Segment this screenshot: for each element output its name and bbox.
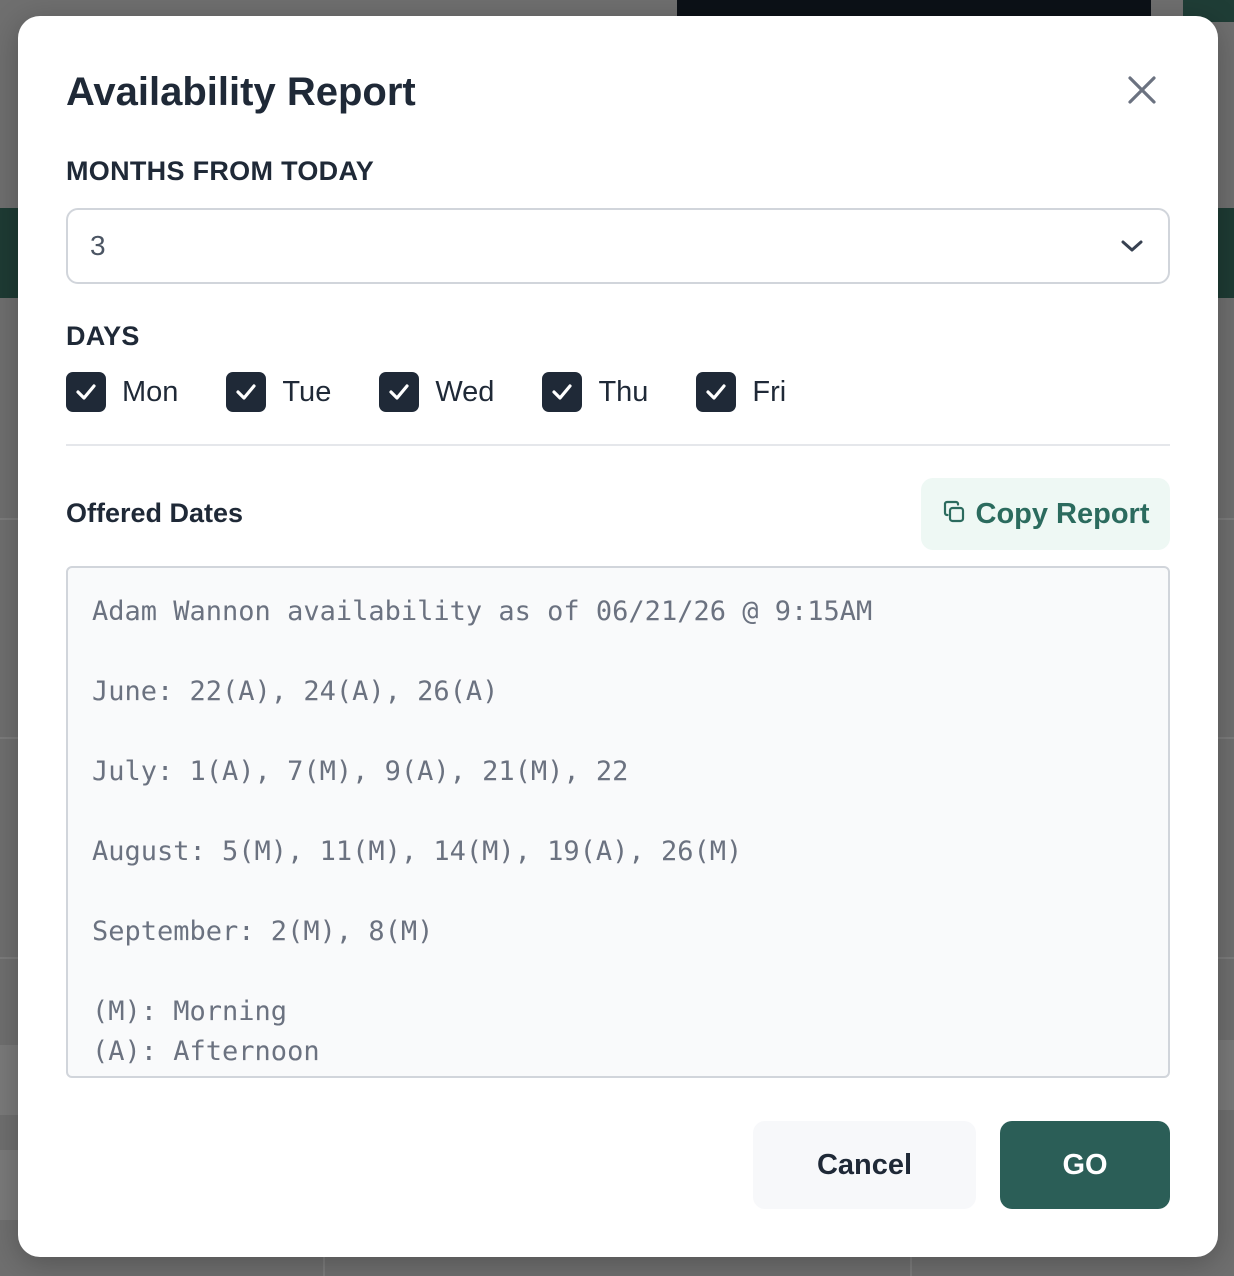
report-line: June: 22(A), 24(A), 26(A) bbox=[92, 676, 499, 707]
background-row bbox=[0, 1045, 18, 1115]
day-option-mon[interactable]: Mon bbox=[66, 372, 178, 412]
close-icon bbox=[1127, 75, 1157, 110]
background-table-header-left bbox=[0, 208, 20, 298]
months-from-today-label: MONTHS FROM TODAY bbox=[66, 156, 375, 186]
report-line bbox=[92, 792, 1168, 832]
day-label-fri: Fri bbox=[752, 375, 787, 408]
copy-icon bbox=[942, 500, 966, 529]
check-icon bbox=[389, 384, 409, 400]
background-row bbox=[1218, 1040, 1234, 1110]
background-row bbox=[0, 1150, 18, 1220]
months-select-value: 3 bbox=[90, 230, 106, 261]
background-divider bbox=[1218, 957, 1234, 959]
background-divider bbox=[910, 1257, 912, 1276]
close-button[interactable] bbox=[1122, 72, 1162, 112]
background-divider bbox=[0, 957, 18, 959]
checkbox-mon[interactable] bbox=[66, 372, 106, 412]
report-textarea[interactable]: Adam Wannon availability as of 06/21/26 … bbox=[66, 566, 1170, 1078]
checkbox-wed[interactable] bbox=[379, 372, 420, 412]
day-option-tue[interactable]: Tue bbox=[226, 372, 331, 412]
days-checkbox-group: Mon Tue Wed Thu Fri bbox=[66, 372, 786, 412]
day-label-thu: Thu bbox=[598, 375, 649, 408]
chevron-down-icon bbox=[1118, 232, 1146, 260]
report-line bbox=[92, 952, 1168, 992]
background-divider bbox=[1218, 737, 1234, 739]
background-divider bbox=[0, 518, 18, 520]
go-button[interactable]: GO bbox=[1000, 1121, 1170, 1209]
check-icon bbox=[76, 384, 96, 400]
background-divider bbox=[323, 1257, 325, 1276]
checkbox-fri[interactable] bbox=[696, 372, 737, 412]
check-icon bbox=[706, 384, 727, 400]
report-line: July: 1(A), 7(M), 9(A), 21(M), 22 bbox=[92, 756, 629, 787]
copy-report-label: Copy Report bbox=[975, 497, 1150, 530]
day-label-wed: Wed bbox=[435, 375, 495, 408]
report-line bbox=[92, 872, 1168, 912]
day-option-fri[interactable]: Fri bbox=[696, 372, 786, 412]
day-label-tue: Tue bbox=[282, 375, 332, 408]
modal-title: Availability Report bbox=[66, 70, 416, 114]
day-option-wed[interactable]: Wed bbox=[379, 372, 494, 412]
day-label-mon: Mon bbox=[122, 375, 179, 408]
months-select[interactable]: 3 bbox=[66, 208, 1170, 284]
copy-report-button[interactable]: Copy Report bbox=[921, 478, 1170, 550]
section-divider bbox=[66, 444, 1170, 446]
checkbox-tue[interactable] bbox=[226, 372, 267, 412]
background-header-bar bbox=[677, 0, 1151, 16]
report-line: September: 2(M), 8(M) bbox=[92, 916, 434, 947]
report-line: August: 5(M), 11(M), 14(M), 19(A), 26(M) bbox=[92, 836, 743, 867]
check-icon bbox=[552, 384, 573, 400]
report-line bbox=[92, 712, 1168, 752]
background-table-header-right bbox=[1216, 208, 1234, 298]
checkbox-thu[interactable] bbox=[542, 372, 583, 412]
check-icon bbox=[236, 384, 257, 400]
background-divider bbox=[0, 737, 18, 739]
report-line: (M): Morning bbox=[92, 996, 288, 1027]
report-line: Adam Wannon availability as of 06/21/26 … bbox=[92, 596, 873, 627]
report-line bbox=[92, 632, 1168, 672]
offered-dates-label: Offered Dates bbox=[66, 498, 244, 528]
cancel-button[interactable]: Cancel bbox=[753, 1121, 976, 1209]
days-label: DAYS bbox=[66, 321, 140, 351]
day-option-thu[interactable]: Thu bbox=[542, 372, 648, 412]
availability-report-modal: Availability Report MONTHS FROM TODAY 3 … bbox=[18, 16, 1218, 1257]
background-divider bbox=[1218, 518, 1234, 520]
report-line: (A): Afternoon bbox=[92, 1036, 320, 1067]
